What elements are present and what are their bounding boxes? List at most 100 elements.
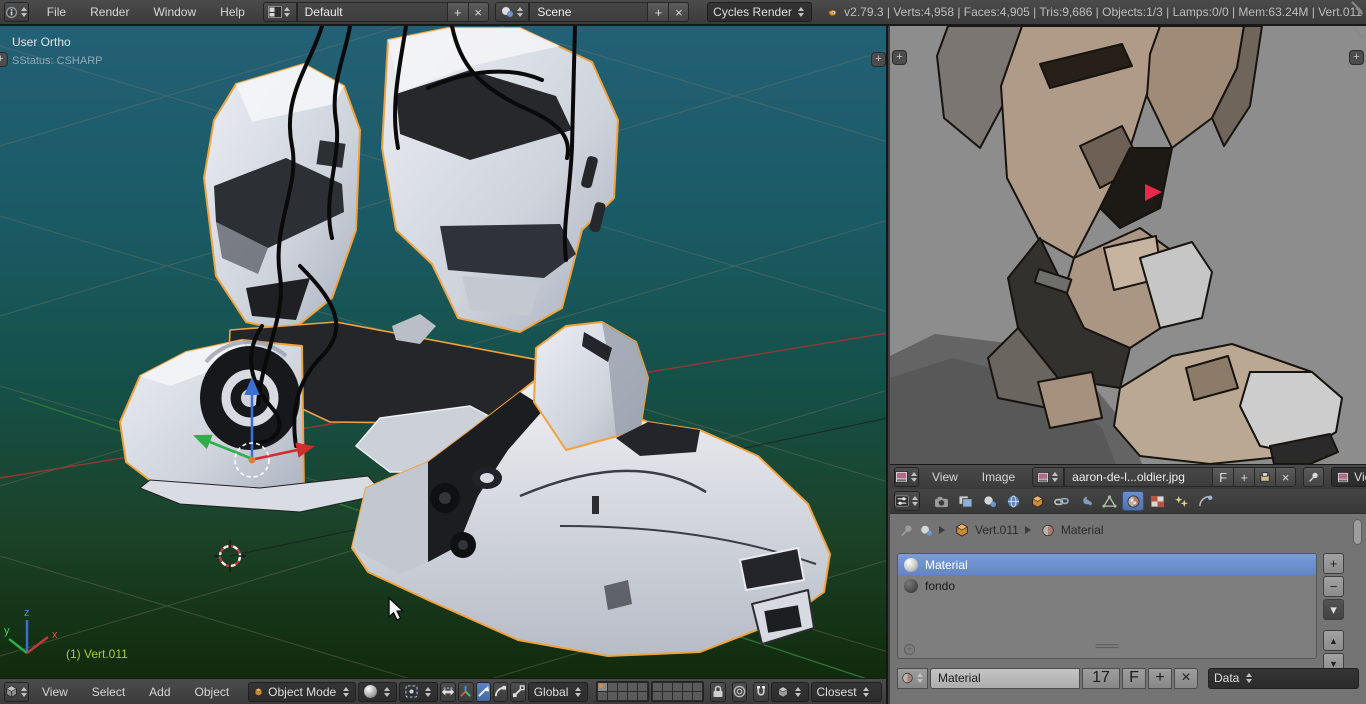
pivot-select[interactable] xyxy=(399,681,439,702)
slot-move-up-button[interactable]: ▲ xyxy=(1323,630,1344,651)
tab-render-layers[interactable] xyxy=(954,491,976,511)
manipulator-axes-button[interactable] xyxy=(458,681,474,702)
image-name-field[interactable]: aaron-de-l...oldier.jpg xyxy=(1064,467,1213,487)
screen-layout-add-button[interactable]: + xyxy=(446,2,468,22)
render-engine-select[interactable]: Cycles Render xyxy=(707,2,812,22)
translate-tool-button[interactable] xyxy=(475,681,491,702)
tab-modifiers[interactable] xyxy=(1074,491,1096,511)
tab-physics[interactable] xyxy=(1194,491,1216,511)
tab-render[interactable] xyxy=(930,491,952,511)
manipulator-toggle[interactable] xyxy=(440,681,457,702)
material-name-field[interactable]: Material xyxy=(930,667,1080,689)
tab-world[interactable] xyxy=(1002,491,1024,511)
corner-grip[interactable] xyxy=(1350,1,1364,16)
screen-layout-browse[interactable] xyxy=(262,2,297,22)
properties-scrollbar[interactable] xyxy=(1353,519,1362,545)
tab-particles[interactable] xyxy=(1170,491,1192,511)
render-border-button[interactable] xyxy=(731,681,748,702)
slot-specials-button[interactable]: ▾ xyxy=(1323,599,1344,620)
material-fake-user-button[interactable]: F xyxy=(1122,667,1146,689)
image-unlink-button[interactable]: × xyxy=(1275,467,1297,487)
scene-browse[interactable] xyxy=(495,2,530,22)
orientation-select[interactable]: Global xyxy=(527,681,589,702)
material-unlink-button[interactable]: × xyxy=(1174,667,1198,689)
tab-constraints[interactable] xyxy=(1050,491,1072,511)
menu-window[interactable]: Window xyxy=(142,5,207,19)
layer-1[interactable] xyxy=(598,683,608,691)
material-browse-stepper[interactable] xyxy=(915,671,924,685)
material-users-button[interactable]: 17 xyxy=(1082,667,1120,689)
tab-material[interactable] xyxy=(1122,491,1144,511)
image-editor-stepper[interactable] xyxy=(909,470,918,484)
menu-file[interactable]: File xyxy=(36,5,77,19)
screen-layout-stepper[interactable] xyxy=(283,5,292,19)
mode-select[interactable]: Object Mode xyxy=(248,681,357,702)
tab-scene[interactable] xyxy=(978,491,1000,511)
vp-menu-add[interactable]: Add xyxy=(138,685,181,699)
ie-menu-image[interactable]: Image xyxy=(971,470,1026,484)
image-fake-user-button[interactable]: F xyxy=(1212,467,1234,487)
tab-object[interactable] xyxy=(1026,491,1048,511)
rotate-tool-button[interactable] xyxy=(492,681,509,702)
pivot-stepper xyxy=(423,685,432,699)
editor-type-stepper[interactable] xyxy=(19,5,28,19)
scene-name[interactable]: Scene xyxy=(529,2,648,22)
breadcrumb-context-name[interactable]: Material xyxy=(1061,523,1104,537)
scene-add-button[interactable]: + xyxy=(647,2,669,22)
image-toolshelf-expand-tab[interactable]: + xyxy=(892,50,907,65)
vp-menu-select[interactable]: Select xyxy=(81,685,136,699)
snap-target-select[interactable]: Closest xyxy=(810,681,882,702)
snap-element-select[interactable] xyxy=(770,681,809,702)
editor-type-button-3dview[interactable] xyxy=(4,681,29,702)
menu-render[interactable]: Render xyxy=(79,5,140,19)
layers-group-1[interactable] xyxy=(596,681,650,702)
vp-menu-view[interactable]: View xyxy=(31,685,79,699)
image-browse-stepper[interactable] xyxy=(1050,470,1059,484)
breadcrumb-scene-icon[interactable] xyxy=(919,524,933,537)
tab-data[interactable] xyxy=(1098,491,1120,511)
snap-toggle-button[interactable] xyxy=(753,681,769,702)
material-link-mode-select[interactable]: Data xyxy=(1208,667,1359,689)
breadcrumb-object-icon[interactable] xyxy=(955,523,969,537)
slot-remove-button[interactable]: − xyxy=(1323,576,1344,597)
editor-type-button-info[interactable] xyxy=(4,2,29,22)
image-pack-button[interactable] xyxy=(1254,467,1276,487)
slot-add-button[interactable]: + xyxy=(1323,553,1344,574)
editor-type-button-properties[interactable] xyxy=(894,491,920,511)
breadcrumb-material-icon[interactable] xyxy=(1041,524,1055,537)
screen-layout-close-button[interactable]: × xyxy=(467,2,489,22)
menu-help[interactable]: Help xyxy=(209,5,256,19)
screen-layout-name[interactable]: Default xyxy=(296,2,447,22)
image-display-mode-select[interactable]: View xyxy=(1331,467,1366,487)
image-sidebar-expand-tab[interactable]: + xyxy=(1349,50,1364,65)
layers-group-2[interactable] xyxy=(651,681,705,702)
vp-menu-object[interactable]: Object xyxy=(184,685,241,699)
toolshelf-expand-tab[interactable]: + xyxy=(0,52,8,67)
breadcrumb-object-name[interactable]: Vert.011 xyxy=(975,523,1019,537)
material-slot-row[interactable]: Material xyxy=(898,554,1316,575)
editor-type-button-image[interactable] xyxy=(894,467,919,487)
breadcrumb-pin-icon[interactable] xyxy=(900,524,913,537)
viewport-editor-stepper[interactable] xyxy=(19,685,28,699)
material-slot-row[interactable]: fondo xyxy=(898,575,1316,596)
image-add-button[interactable]: + xyxy=(1233,467,1255,487)
image-editor-corner-grip[interactable] xyxy=(1351,26,1365,41)
properties-editor-stepper[interactable] xyxy=(910,494,919,508)
image-pin-button[interactable] xyxy=(1303,467,1325,487)
material-add-button[interactable]: + xyxy=(1148,667,1172,689)
viewport-3d[interactable]: z y x User Ortho SStatus: CSHARP (1) Ver… xyxy=(0,26,888,678)
scene-stepper[interactable] xyxy=(515,5,524,19)
material-slot-list[interactable]: Material fondo + ══ xyxy=(897,553,1317,659)
sidebar-expand-tab[interactable]: + xyxy=(871,52,886,67)
ie-menu-view[interactable]: View xyxy=(921,470,969,484)
shading-select[interactable] xyxy=(358,681,398,702)
image-editor[interactable]: + + View Image aaron-de-l...oldier.jpg F… xyxy=(890,26,1366,489)
material-browse[interactable] xyxy=(897,667,928,689)
tab-texture[interactable] xyxy=(1146,491,1168,511)
list-resize-handle[interactable]: ══ xyxy=(898,638,1316,656)
scale-tool-button[interactable] xyxy=(510,681,526,702)
snap-target-value: Closest xyxy=(816,684,857,699)
scene-close-button[interactable]: × xyxy=(668,2,690,22)
lock-to-scene-button[interactable] xyxy=(710,681,726,702)
image-browse[interactable] xyxy=(1032,467,1065,487)
